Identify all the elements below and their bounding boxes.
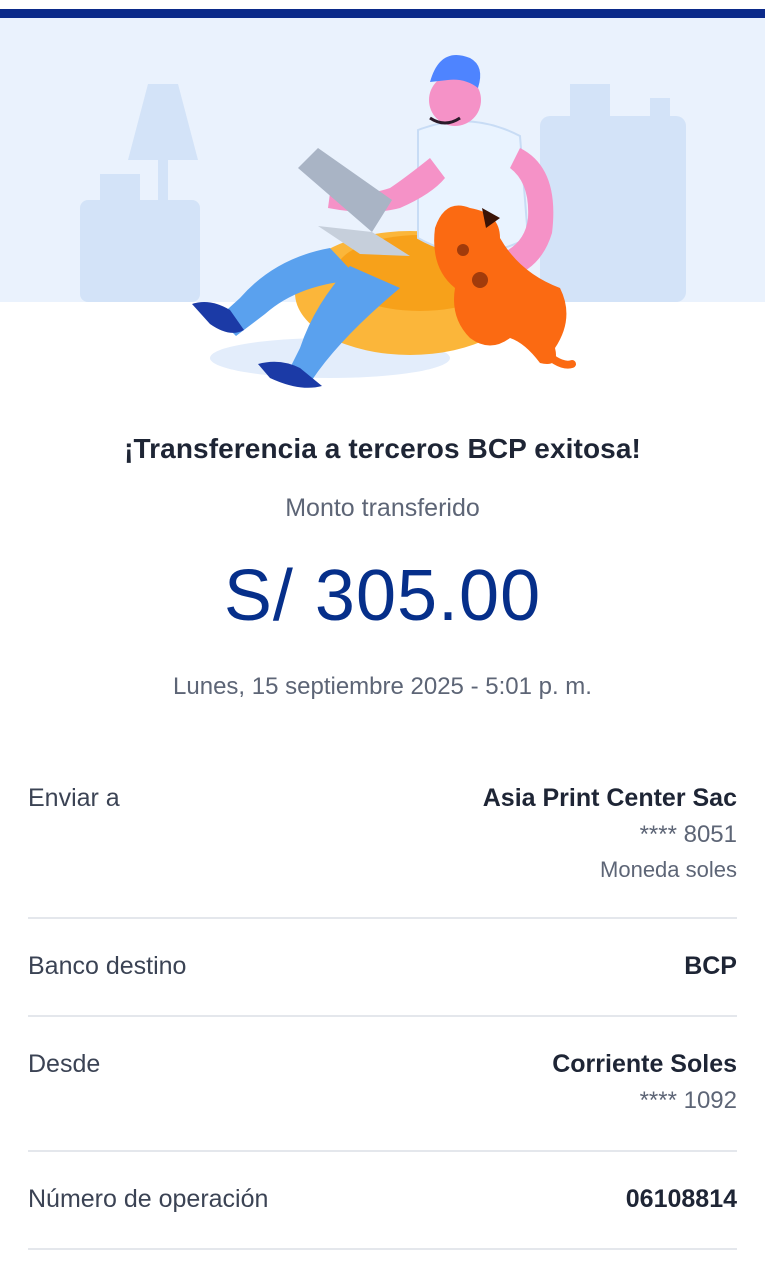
destination-bank-label: Banco destino [28, 952, 187, 980]
person-with-laptop-and-dog-illustration [80, 55, 686, 388]
divider [28, 1248, 737, 1250]
operation-number-label: Número de operación [28, 1185, 269, 1213]
recipient-name: Asia Print Center Sac [482, 784, 737, 812]
detail-row-destination-bank: Banco destino BCP [28, 952, 737, 992]
source-account-number: **** 1092 [639, 1087, 737, 1114]
recipient-account: **** 8051 [639, 821, 737, 848]
success-title: ¡Transferencia a terceros BCP exitosa! [124, 433, 641, 464]
divider [28, 1015, 737, 1017]
amount-caption: Monto transferido [285, 494, 480, 522]
destination-bank-value: BCP [684, 952, 737, 980]
operation-number-value: 06108814 [625, 1185, 737, 1213]
detail-row-recipient: Enviar a Asia Print Center Sac **** 8051… [28, 784, 737, 894]
top-accent-bar [0, 9, 765, 18]
detail-row-operation-number: Número de operación 06108814 [28, 1185, 737, 1225]
divider [28, 917, 737, 919]
source-account-type: Corriente Soles [552, 1050, 737, 1078]
recipient-label: Enviar a [28, 784, 120, 812]
transfer-amount: S/ 305.00 [223, 556, 542, 636]
source-label: Desde [28, 1050, 101, 1078]
divider [28, 1150, 737, 1152]
recipient-currency: Moneda soles [600, 857, 737, 882]
detail-row-source-account: Desde Corriente Soles **** 1092 [28, 1050, 737, 1130]
transfer-datetime: Lunes, 15 septiembre 2025 - 5:01 p. m. [173, 673, 592, 700]
